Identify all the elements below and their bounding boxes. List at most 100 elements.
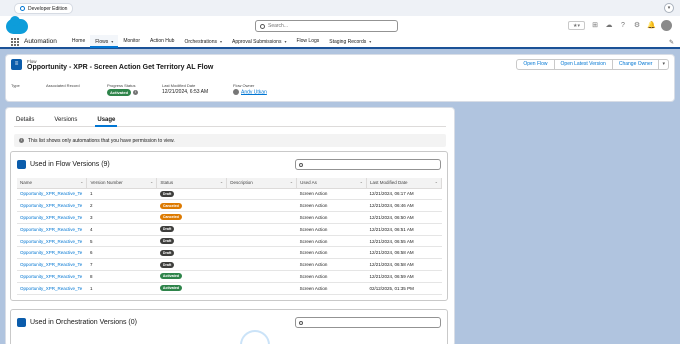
nav-item-orchestrations[interactable]: Orchestrations ▾ bbox=[179, 35, 227, 48]
edit-nav-icon[interactable]: ✎ bbox=[669, 39, 674, 46]
nav-item-staging-records[interactable]: Staging Records ▾ bbox=[324, 35, 376, 48]
flow-version-link[interactable]: Opportunity_XPR_Reactive_Te bbox=[20, 239, 82, 244]
permission-notice: i This list shows only automations that … bbox=[14, 134, 446, 147]
search-icon bbox=[260, 23, 265, 29]
gear-icon[interactable]: ⚙ bbox=[633, 22, 641, 30]
associated-record-label: Associated Record bbox=[46, 83, 80, 88]
flow-version-link[interactable]: Opportunity_XPR_Reactive_Te bbox=[20, 286, 82, 291]
status-badge: Draft bbox=[159, 249, 175, 256]
column-header-used-as[interactable]: Used As ⌄ bbox=[296, 178, 368, 189]
column-header-name[interactable]: Name ⌄ bbox=[17, 178, 88, 189]
chevron-down-icon[interactable]: ⌄ bbox=[150, 179, 153, 184]
chevron-down-icon[interactable]: ▾ bbox=[284, 39, 286, 44]
browser-tab[interactable]: Developer Edition bbox=[14, 3, 74, 14]
orchestration-versions-card: Used in Orchestration Versions (0) bbox=[10, 309, 448, 344]
add-icon[interactable]: ⊞ bbox=[591, 22, 599, 30]
chevron-down-icon[interactable]: ⌄ bbox=[80, 179, 83, 184]
avatar[interactable] bbox=[661, 20, 672, 31]
flow-version-link[interactable]: Opportunity_XPR_Reactive_Te bbox=[20, 191, 82, 196]
nav-item-label: Flow Logs bbox=[296, 38, 320, 44]
cell-version: 4 bbox=[86, 223, 157, 236]
status-badge: Canceled bbox=[159, 214, 182, 221]
chevron-down-icon[interactable]: ▾ bbox=[369, 39, 371, 44]
cell-description bbox=[226, 199, 297, 213]
more-actions-button[interactable]: ▾ bbox=[658, 59, 669, 70]
column-header-last-modified-date[interactable]: Last Modified Date ⌄ bbox=[366, 178, 442, 189]
owner-avatar bbox=[233, 89, 239, 95]
global-header: Search... ★▾ ⊞ ☁ ? ⚙ 🔔 bbox=[0, 16, 680, 36]
flow-versions-card: Used in Flow Versions (9) Name ⌄ Version N… bbox=[10, 151, 448, 301]
cell-used-as: Screen Action bbox=[296, 188, 367, 201]
tab-usage[interactable]: Usage bbox=[95, 115, 118, 127]
cell-used-as: Screen Action bbox=[296, 282, 367, 295]
cell-used-as: Screen Action bbox=[296, 235, 367, 248]
cell-modified: 12/21/2024, 06:50 AM bbox=[366, 211, 442, 224]
column-header-description[interactable]: Description ⌄ bbox=[226, 178, 298, 189]
cell-name: Opportunity_XPR_Reactive_Te bbox=[17, 211, 87, 224]
flow-version-link[interactable]: Opportunity_XPR_Reactive_Te bbox=[20, 262, 82, 267]
open-latest-version-button[interactable]: Open Latest Version bbox=[553, 59, 613, 70]
nav-item-flow-logs[interactable]: Flow Logs bbox=[291, 35, 324, 48]
chevron-down-icon[interactable]: ▾ bbox=[664, 3, 674, 13]
status-badge: Activated bbox=[107, 89, 132, 96]
flow-version-link[interactable]: Opportunity_XPR_Reactive_Te bbox=[20, 274, 82, 279]
nav-item-action-hub[interactable]: Action Hub bbox=[145, 35, 179, 48]
nav-item-monitor[interactable]: Monitor bbox=[118, 35, 145, 48]
record-tabs: Details Versions Usage bbox=[14, 115, 446, 127]
column-header-label: Last Modified Date bbox=[370, 180, 408, 186]
cell-description bbox=[226, 235, 297, 248]
status-badge: Canceled bbox=[159, 202, 182, 209]
nav-item-label: Monitor bbox=[123, 38, 140, 44]
cell-used-as: Screen Action bbox=[296, 223, 367, 236]
last-modified-value: 12/21/2024, 6:53 AM bbox=[162, 89, 209, 95]
cell-description bbox=[226, 270, 297, 283]
search-icon bbox=[299, 320, 303, 325]
chevron-down-icon[interactable]: ⌄ bbox=[435, 179, 438, 184]
bell-icon[interactable]: 🔔 bbox=[647, 22, 656, 30]
nav-item-home[interactable]: Home bbox=[67, 35, 90, 48]
flow-versions-search-input[interactable] bbox=[295, 159, 441, 170]
cell-status: Draft bbox=[156, 223, 227, 236]
table-row: Opportunity_XPR_Reactive_Te 8 Activated Scr… bbox=[17, 270, 442, 283]
cell-version: 5 bbox=[86, 235, 157, 248]
chevron-down-icon[interactable]: ⌄ bbox=[290, 179, 293, 184]
nav-item-label: Staging Records bbox=[329, 39, 367, 45]
nav-item-label: Approval Submissions bbox=[232, 39, 282, 45]
column-header-status[interactable]: Status ⌄ bbox=[156, 178, 228, 189]
notice-text: This list shows only automations that yo… bbox=[28, 137, 175, 144]
guidance-icon[interactable]: ☁ bbox=[605, 22, 613, 30]
chevron-down-icon[interactable]: ⌄ bbox=[360, 179, 363, 184]
flow-version-link[interactable]: Opportunity_XPR_Reactive_Te bbox=[20, 215, 82, 220]
chevron-down-icon[interactable]: ▾ bbox=[220, 39, 222, 44]
search-icon bbox=[299, 162, 303, 167]
tab-details[interactable]: Details bbox=[14, 115, 36, 127]
change-owner-button[interactable]: Change Owner bbox=[611, 59, 660, 70]
orchestration-search-input[interactable] bbox=[295, 317, 441, 328]
column-header-version-number[interactable]: Version Number ⌄ bbox=[86, 178, 158, 189]
nav-item-label: Action Hub bbox=[150, 38, 175, 44]
app-launcher-icon[interactable] bbox=[11, 37, 19, 46]
cell-modified: 12/21/2024, 06:17 AM bbox=[366, 188, 442, 201]
cell-name: Opportunity_XPR_Reactive_Te bbox=[17, 282, 87, 295]
info-icon[interactable]: i bbox=[133, 90, 139, 96]
flow-version-link[interactable]: Opportunity_XPR_Reactive_Te bbox=[20, 250, 82, 255]
nav-item-flows[interactable]: Flows ▾ bbox=[90, 35, 119, 48]
help-icon[interactable]: ? bbox=[619, 22, 627, 30]
status-badge: Draft bbox=[159, 261, 175, 268]
flow-version-link[interactable]: Opportunity_XPR_Reactive_Te bbox=[20, 227, 82, 232]
open-flow-button[interactable]: Open Flow bbox=[516, 59, 555, 70]
global-search-input[interactable]: Search... bbox=[255, 20, 398, 32]
cell-version: 1 bbox=[86, 282, 157, 295]
chevron-down-icon[interactable]: ▾ bbox=[111, 39, 113, 44]
cell-description bbox=[226, 258, 297, 272]
app-name: Automation bbox=[24, 38, 57, 45]
column-header-label: Name bbox=[20, 180, 33, 186]
chevron-down-icon[interactable]: ⌄ bbox=[220, 179, 223, 184]
tab-versions[interactable]: Versions bbox=[52, 115, 79, 127]
flow-version-link[interactable]: Opportunity_XPR_Reactive_Te bbox=[20, 203, 82, 208]
flow-versions-title: Used in Flow Versions (9) bbox=[30, 161, 110, 168]
flow-owner-link[interactable]: Andy Utkan bbox=[241, 89, 267, 95]
salesforce-logo[interactable] bbox=[6, 16, 28, 34]
favorites-icon[interactable]: ★▾ bbox=[568, 21, 585, 30]
nav-item-approval-submissions[interactable]: Approval Submissions ▾ bbox=[227, 35, 291, 48]
